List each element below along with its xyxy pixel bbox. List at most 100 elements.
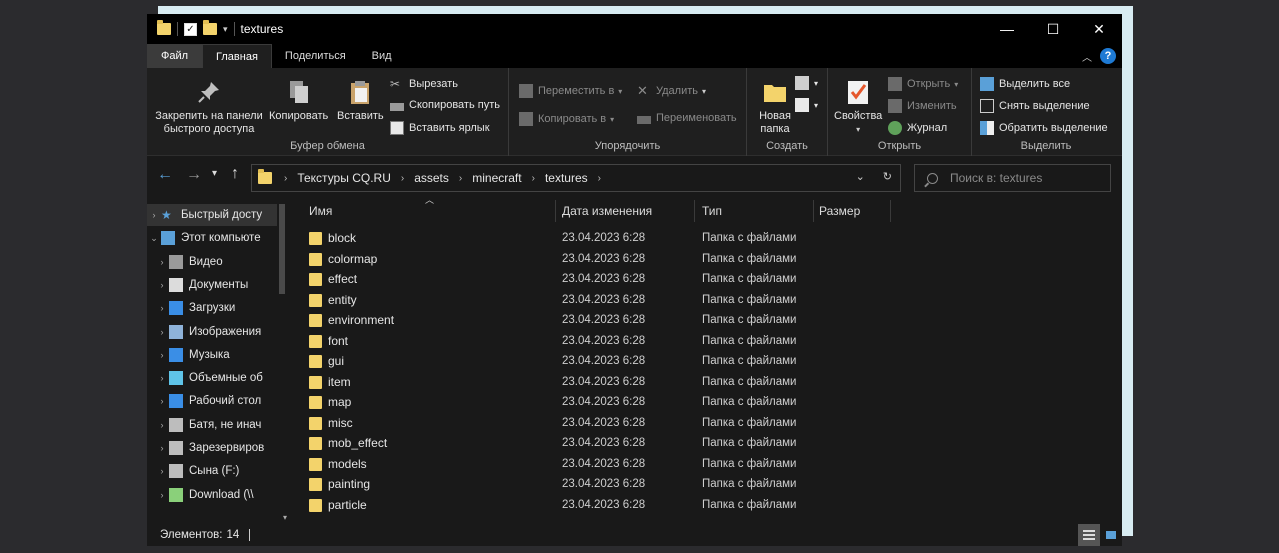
select-none-button[interactable]: Снять выделение: [980, 99, 1090, 113]
breadcrumb-item[interactable]: assets: [414, 171, 449, 185]
nav-item-label: Быстрый досту: [181, 209, 263, 221]
column-header-date[interactable]: Дата изменения: [558, 200, 694, 222]
new-folder-button[interactable]: Новая папка: [755, 78, 795, 136]
chevron-right-icon[interactable]: ›: [155, 420, 169, 430]
open-button[interactable]: Открыть ▾: [888, 77, 958, 91]
pin-quick-access-button[interactable]: Закрепить на панели быстрого доступа: [153, 78, 265, 136]
delete-button[interactable]: ✕ Удалить ▾: [637, 84, 706, 98]
column-header-name[interactable]: Имя: [305, 200, 555, 222]
details-view-button[interactable]: [1078, 524, 1100, 546]
scroll-down-icon[interactable]: ▾: [283, 513, 287, 522]
file-row[interactable]: particle 23.04.2023 6:28 Папка с файлами: [297, 495, 947, 515]
folder-icon: [309, 457, 322, 471]
file-row[interactable]: environment 23.04.2023 6:28 Папка с файлам…: [297, 310, 947, 330]
nav-item[interactable]: › Download (\\: [147, 484, 277, 506]
cut-button[interactable]: ✂ Вырезать: [390, 77, 458, 91]
window-controls: — ☐ ✕: [984, 14, 1122, 44]
properties-button[interactable]: Свойства ▾: [834, 78, 882, 136]
large-icons-view-button[interactable]: [1100, 524, 1122, 546]
tab-view[interactable]: Вид: [359, 44, 405, 68]
column-header-size[interactable]: Размер: [815, 200, 890, 222]
tab-share[interactable]: Поделиться: [272, 44, 359, 68]
file-row[interactable]: map 23.04.2023 6:28 Папка с файлами: [297, 392, 947, 412]
chevron-right-icon[interactable]: ›: [155, 443, 169, 453]
chevron-right-icon[interactable]: ›: [155, 490, 169, 500]
folder-icon: [309, 355, 322, 368]
nav-item[interactable]: › Объемные об: [147, 367, 277, 389]
copy-path-button[interactable]: Скопировать путь: [390, 99, 500, 111]
nav-item[interactable]: › Музыка: [147, 344, 277, 366]
close-button[interactable]: ✕: [1076, 14, 1122, 44]
chevron-right-icon[interactable]: ›: [155, 280, 169, 290]
file-row[interactable]: entity 23.04.2023 6:28 Папка с файлами: [297, 290, 947, 310]
customize-quick-access-icon[interactable]: ▾: [223, 24, 228, 35]
tab-file[interactable]: Файл: [147, 44, 203, 68]
file-name: font: [328, 333, 349, 348]
nav-item[interactable]: › Батя, не инач: [147, 414, 277, 436]
column-header-type[interactable]: Тип: [698, 200, 813, 222]
rename-button[interactable]: Переименовать: [637, 112, 737, 124]
breadcrumb-item[interactable]: textures: [545, 171, 588, 185]
address-bar[interactable]: › Текстуры CQ.RU › assets › minecraft › …: [251, 164, 901, 192]
nav-item[interactable]: › Изображения: [147, 321, 277, 343]
file-row[interactable]: font 23.04.2023 6:28 Папка с файлами: [297, 331, 947, 351]
file-row[interactable]: block 23.04.2023 6:28 Папка с файлами: [297, 228, 947, 248]
up-arrow-icon[interactable]: ↑: [231, 165, 239, 183]
nav-item[interactable]: › Рабочий стол: [147, 390, 277, 412]
refresh-icon[interactable]: ↻: [883, 170, 892, 183]
file-row[interactable]: mob_effect 23.04.2023 6:28 Папка с файлами: [297, 433, 947, 453]
file-name: environment: [328, 313, 395, 327]
help-icon[interactable]: ?: [1100, 48, 1116, 64]
file-row[interactable]: effect 23.04.2023 6:28 Папка с файлами: [297, 269, 947, 289]
chevron-right-icon[interactable]: ›: [155, 350, 169, 360]
recent-locations-icon[interactable]: ▾: [212, 168, 217, 179]
chevron-right-icon[interactable]: ›: [155, 257, 169, 267]
collapse-ribbon-icon[interactable]: ︿: [1082, 49, 1092, 64]
nav-item[interactable]: › Зарезервиров: [147, 437, 277, 459]
nav-item[interactable]: ⌄ Этот компьюте: [147, 227, 277, 249]
easy-access-button[interactable]: ▾: [795, 98, 818, 112]
properties-quick-icon[interactable]: ✓: [184, 22, 197, 36]
nav-item[interactable]: › ★ Быстрый досту: [147, 204, 277, 226]
nav-item[interactable]: › Загрузки: [147, 297, 277, 319]
file-row[interactable]: colormap 23.04.2023 6:28 Папка с файлами: [297, 249, 947, 269]
back-arrow-icon[interactable]: ←: [157, 166, 173, 184]
nav-item[interactable]: › Документы: [147, 274, 277, 296]
chevron-right-icon[interactable]: ›: [155, 373, 169, 383]
copy-to-icon: [519, 112, 533, 126]
search-input[interactable]: Поиск в: textures: [914, 164, 1111, 192]
chevron-right-icon[interactable]: ›: [147, 210, 161, 220]
file-row[interactable]: item 23.04.2023 6:28 Папка с файлами: [297, 372, 947, 392]
chevron-right-icon[interactable]: ›: [155, 303, 169, 313]
move-to-button[interactable]: Переместить в ▾: [519, 84, 622, 98]
maximize-button[interactable]: ☐: [1030, 14, 1076, 44]
forward-arrow-icon[interactable]: →: [186, 166, 202, 184]
chevron-down-icon[interactable]: ⌄: [856, 170, 865, 183]
paste-button[interactable]: Вставить: [337, 78, 384, 123]
chevron-down-icon[interactable]: ⌄: [147, 233, 161, 244]
new-folder-quick-icon[interactable]: [203, 20, 217, 35]
file-row[interactable]: misc 23.04.2023 6:28 Папка с файлами: [297, 413, 947, 433]
breadcrumb-item[interactable]: minecraft: [472, 171, 521, 185]
nav-scrollbar[interactable]: [279, 204, 285, 294]
tab-home[interactable]: Главная: [202, 44, 272, 68]
copy-button[interactable]: Копировать: [269, 78, 328, 123]
paste-shortcut-button[interactable]: Вставить ярлык: [390, 121, 490, 135]
history-button[interactable]: Журнал: [888, 121, 947, 135]
file-row[interactable]: models 23.04.2023 6:28 Папка с файлами: [297, 454, 947, 474]
create-group-label: Создать: [766, 140, 808, 152]
copy-to-button[interactable]: Копировать в ▾: [519, 112, 614, 126]
breadcrumb-item[interactable]: Текстуры CQ.RU: [297, 171, 391, 185]
select-all-button[interactable]: Выделить все: [980, 77, 1070, 91]
chevron-right-icon[interactable]: ›: [155, 396, 169, 406]
nav-item[interactable]: › Видео: [147, 251, 277, 273]
file-row[interactable]: gui 23.04.2023 6:28 Папка с файлами: [297, 351, 947, 371]
file-row[interactable]: painting 23.04.2023 6:28 Папка с файлами: [297, 474, 947, 494]
new-item-button[interactable]: ▾: [795, 76, 818, 90]
edit-button[interactable]: Изменить: [888, 99, 957, 113]
chevron-right-icon[interactable]: ›: [155, 466, 169, 476]
minimize-button[interactable]: —: [984, 14, 1030, 44]
nav-item[interactable]: › Сына (F:): [147, 460, 277, 482]
chevron-right-icon[interactable]: ›: [155, 327, 169, 337]
invert-selection-button[interactable]: Обратить выделение: [980, 121, 1108, 135]
